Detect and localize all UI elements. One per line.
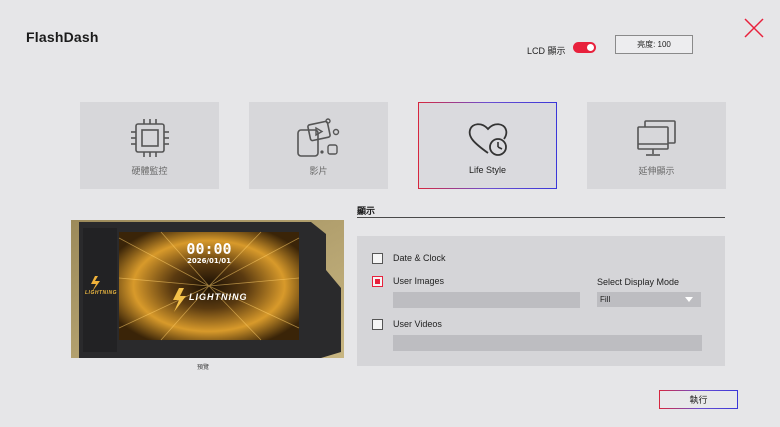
lcd-preview: 00:00 2026/01/01 LIGHTNING LIGHTNING [71, 218, 344, 358]
lcd-device-image [71, 220, 344, 358]
user-images-label: User Images [393, 276, 445, 286]
toggle-knob [587, 44, 594, 51]
section-title: 顯示 [357, 206, 376, 216]
heart-clock-icon [468, 123, 507, 156]
preview-brand-small: LIGHTNING [85, 290, 117, 296]
execute-button[interactable]: 執行 [659, 390, 738, 409]
chevron-down-icon [685, 297, 693, 302]
tile-label: 延伸顯示 [638, 166, 675, 176]
app-title: FlashDash [26, 29, 99, 45]
media-icon [296, 118, 339, 157]
tile-label: 影片 [309, 166, 328, 176]
brightness-button[interactable]: 亮度: 100 [615, 35, 693, 54]
tile-label: Life Style [468, 165, 507, 175]
chip-icon [130, 119, 169, 157]
user-images-path-field[interactable] [393, 292, 580, 308]
section-divider [357, 217, 725, 218]
date-clock-label: Date & Clock [393, 253, 446, 263]
close-icon [744, 18, 764, 38]
display-mode-value: Fill [600, 295, 611, 304]
date-clock-checkbox[interactable] [372, 253, 383, 264]
tab-hardware-monitor[interactable]: 硬體監控 [80, 102, 219, 189]
lcd-display-toggle[interactable] [573, 42, 596, 53]
tab-extended-display[interactable]: 延伸顯示 [587, 102, 726, 189]
tab-video[interactable]: 影片 [249, 102, 388, 189]
preview-caption: 預覽 [197, 365, 210, 371]
close-button[interactable] [742, 16, 766, 40]
display-mode-label: Select Display Mode [597, 277, 680, 287]
user-videos-path-field[interactable] [393, 335, 702, 351]
preview-time: 00:00 [186, 240, 232, 258]
lcd-display-label: LCD 顯示 [527, 46, 566, 56]
tab-life-style[interactable]: Life Style [418, 102, 557, 189]
user-videos-checkbox[interactable] [372, 319, 383, 330]
user-images-checkbox[interactable] [372, 276, 383, 287]
preview-date: 2026/01/01 [186, 257, 232, 265]
user-videos-label: User Videos [393, 319, 442, 329]
tile-label: 硬體監控 [131, 166, 168, 176]
preview-brand: LIGHTNING [189, 292, 248, 302]
display-mode-select[interactable]: Fill [597, 292, 701, 307]
monitors-icon [636, 120, 676, 156]
